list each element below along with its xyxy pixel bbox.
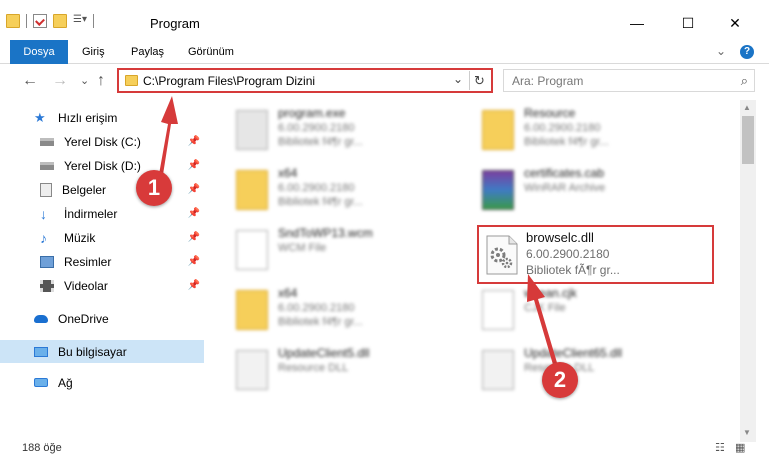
step-1-badge: 1 [136, 170, 172, 206]
step-2-badge: 2 [542, 362, 578, 398]
large-icons-view-icon[interactable]: ▦ [735, 441, 749, 454]
scroll-down-icon[interactable]: ▼ [743, 428, 751, 437]
details-view-icon[interactable]: ☷ [715, 441, 729, 454]
item-count: 188 öğe [22, 442, 62, 454]
annotation-arrows [158, 96, 558, 368]
vertical-scrollbar[interactable]: ▲ ▼ [740, 100, 756, 442]
scroll-up-icon[interactable]: ▲ [743, 103, 751, 112]
status-bar: 188 öğe ☷ ▦ [0, 442, 769, 474]
scroll-thumb[interactable] [742, 116, 754, 164]
